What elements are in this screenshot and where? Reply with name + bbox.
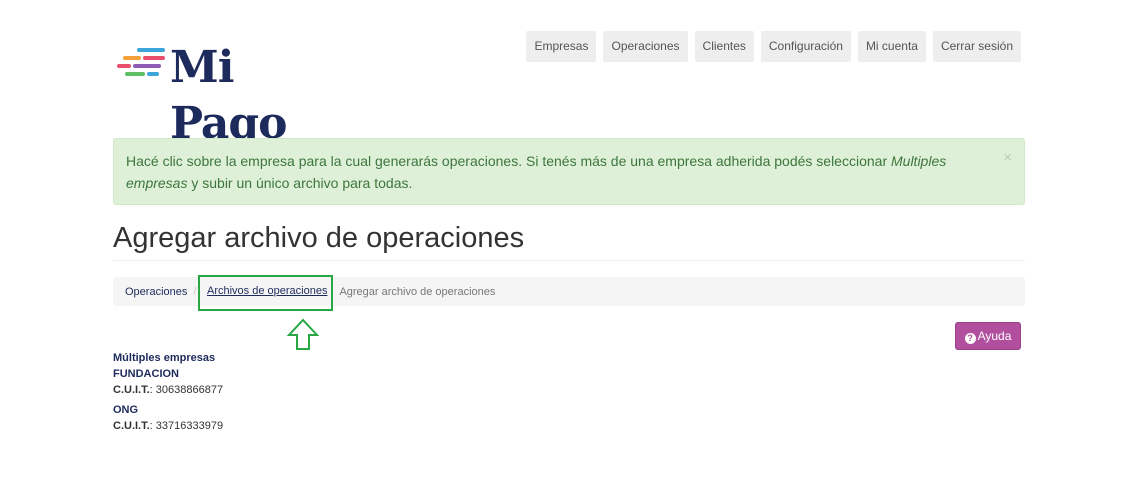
logo-stripes-icon	[115, 48, 175, 84]
nav-mi-cuenta[interactable]: Mi cuenta	[857, 31, 926, 62]
help-button-label: Ayuda	[977, 329, 1012, 343]
cuit-label: C.U.I.T.	[113, 420, 150, 432]
page-title: Agregar archivo de operaciones	[113, 222, 525, 254]
cuit-label: C.U.I.T.	[113, 384, 150, 396]
cuit-value: : 30638866877	[149, 384, 224, 396]
cuit-value: : 33716333979	[149, 420, 224, 432]
mipago-logo[interactable]: Mi Pago	[115, 40, 355, 149]
title-divider	[113, 260, 1025, 261]
multiple-companies-link[interactable]: Múltiples empresas	[113, 350, 223, 366]
alert-text-after: y subir un único archivo para todas.	[187, 175, 413, 191]
company-list: Múltiples empresas FUNDACION C.U.I.T.: 3…	[113, 350, 223, 438]
up-arrow-icon	[286, 318, 320, 350]
nav-configuracion[interactable]: Configuración	[760, 31, 851, 62]
company-ong-link[interactable]: ONG	[113, 402, 223, 418]
logo-text: Mi Pago	[170, 42, 288, 149]
question-circle-icon: ?	[964, 333, 976, 344]
nav-clientes[interactable]: Clientes	[694, 31, 754, 62]
nav-cerrar-sesion[interactable]: Cerrar sesión	[932, 31, 1021, 62]
breadcrumb-current: Agregar archivo de operaciones	[339, 285, 496, 298]
nav-operaciones[interactable]: Operaciones	[603, 31, 688, 62]
close-icon[interactable]: ×	[1003, 149, 1012, 167]
breadcrumb-operaciones[interactable]: Operaciones	[125, 286, 187, 298]
top-navigation: Empresas Operaciones Clientes Configurac…	[526, 31, 1021, 62]
info-alert: Hacé clic sobre la empresa para la cual …	[113, 138, 1025, 205]
company-cuit: C.U.I.T.: 33716333979	[113, 418, 223, 434]
company-fundacion-link[interactable]: FUNDACION	[113, 366, 223, 382]
help-button[interactable]: ? Ayuda	[955, 322, 1021, 350]
company-cuit: C.U.I.T.: 30638866877	[113, 382, 223, 398]
breadcrumb-archivos-de-operaciones[interactable]: Archivos de operaciones	[207, 285, 327, 297]
alert-text-before: Hacé clic sobre la empresa para la cual …	[126, 153, 891, 169]
nav-empresas[interactable]: Empresas	[526, 31, 597, 62]
